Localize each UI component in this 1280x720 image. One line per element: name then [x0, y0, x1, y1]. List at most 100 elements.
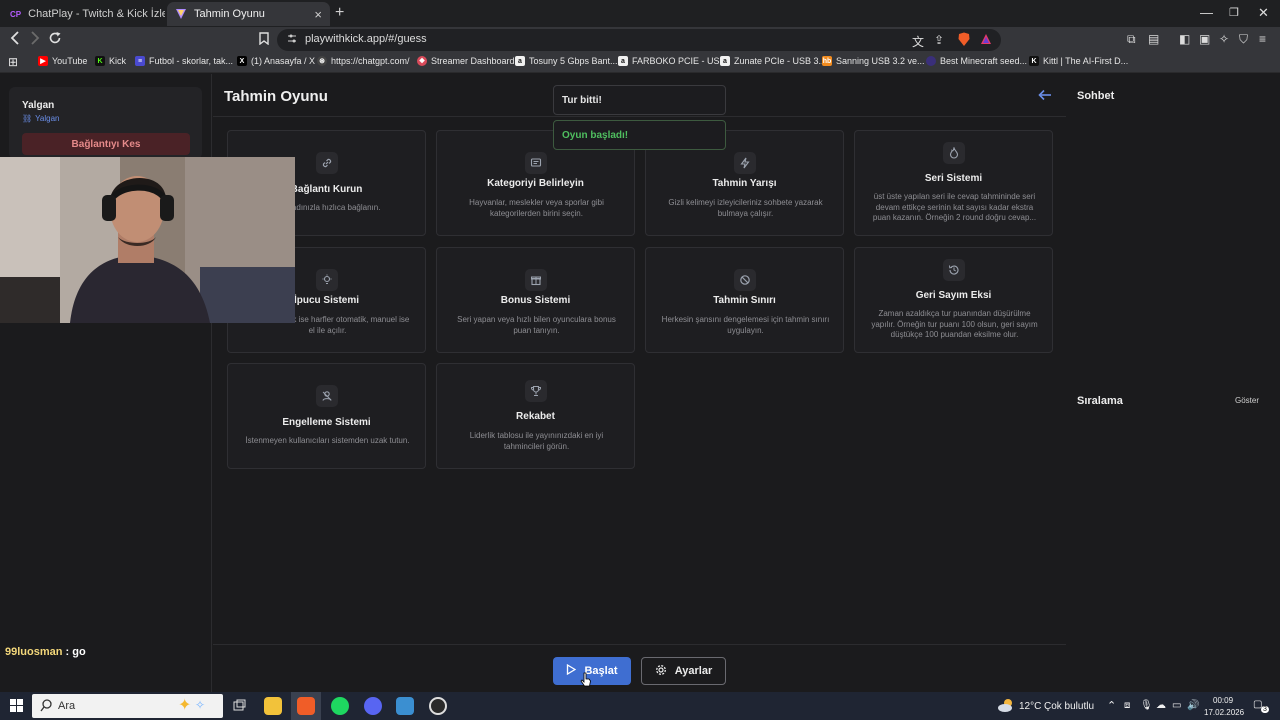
link-icon: [316, 152, 338, 174]
bulb-icon: [316, 269, 338, 291]
restore-icon[interactable]: ❐: [1229, 6, 1239, 19]
page-content: Yalgan ⛓ Yalgan Bağlantıyı Kes Tahmin Oyu…: [0, 74, 1280, 692]
sparkle-icon: ✧: [195, 698, 206, 712]
forward-icon[interactable]: [29, 31, 41, 48]
minecraft-icon: [926, 56, 936, 66]
message-icon: [525, 152, 547, 174]
apps-grid-icon[interactable]: ⊞: [8, 55, 18, 69]
disconnect-button[interactable]: Bağlantıyı Kes: [22, 133, 190, 155]
speaker-icon[interactable]: 🔊: [1187, 700, 1199, 711]
chat-username: 99luosman: [5, 646, 63, 658]
bookmark-x[interactable]: X (1) Anasayfa / X: [237, 56, 315, 66]
bookmark-kick[interactable]: K Kick: [95, 56, 126, 66]
tab-title: ChatPlay - Twitch & Kick İzleyici Etkile…: [28, 8, 165, 20]
ranking-show-button[interactable]: Göster: [1235, 396, 1259, 405]
tray-expand-icon[interactable]: ⌃: [1107, 699, 1116, 712]
tab-title: Tahmin Oyunu: [194, 8, 265, 20]
windows-taskbar: Ara ✦ ✧ 12°C Çok bulutlu ⌃ ⧈ 🎙 ☁ ▭ 🔊 00:…: [0, 692, 1280, 720]
microphone-icon[interactable]: 🎙: [1140, 700, 1153, 711]
user-handle-link[interactable]: ⛓ Yalgan: [22, 114, 59, 123]
back-icon[interactable]: [9, 31, 21, 48]
bookmark-zunate[interactable]: a Zunate PCIe - USB 3...: [720, 56, 826, 66]
bookmark-sanning[interactable]: hb Sanning USB 3.2 ve...: [822, 56, 925, 66]
ban-icon: [734, 269, 756, 291]
url-text[interactable]: playwithkick.app/#/guess: [305, 33, 427, 45]
divider: [213, 116, 1066, 117]
gear-icon: [655, 664, 667, 679]
tray-app-icon[interactable]: ⧈: [1124, 700, 1130, 711]
sidebar-icon[interactable]: ◧: [1179, 32, 1190, 46]
bookmarks-bar: ⊞ ▶ YouTube K Kick ≡ Futbol - skorlar, tak.…: [0, 53, 1280, 73]
site-info-icon[interactable]: [287, 33, 297, 48]
feature-card-limit: Tahmin Sınırı Herkesin şansını dengeleme…: [645, 247, 844, 353]
leo-ai-icon[interactable]: ✧: [1219, 32, 1229, 46]
page-title: Tahmin Oyunu: [224, 88, 328, 105]
menu-icon[interactable]: ≡: [1259, 32, 1266, 46]
start-button[interactable]: Başlat: [553, 657, 631, 685]
bookmark-streamer-dashboard[interactable]: ❖ Streamer Dashboard: [417, 56, 515, 66]
brave-shields-icon[interactable]: [957, 32, 971, 50]
tab-search-icon[interactable]: ▤: [1148, 32, 1159, 46]
extensions-icon[interactable]: ⧉: [1127, 32, 1136, 47]
share-icon[interactable]: ⇪: [934, 33, 944, 47]
bookmark-youtube[interactable]: ▶ YouTube: [38, 56, 87, 66]
tab-chatplay[interactable]: CP ChatPlay - Twitch & Kick İzleyici Etk…: [2, 2, 165, 26]
bookmark-tosuny[interactable]: a Tosuny 5 Gbps Bant...: [515, 56, 618, 66]
bookmark-minecraft[interactable]: Best Minecraft seed...: [926, 56, 1027, 66]
kittl-icon: K: [1029, 56, 1039, 66]
amazon-icon: a: [618, 56, 628, 66]
bookmark-farboko[interactable]: a FARBOKO PCIE - US...: [618, 56, 727, 66]
minimize-icon[interactable]: —: [1200, 5, 1213, 20]
lightning-icon: [734, 152, 756, 174]
webcam-overlay: [0, 157, 295, 323]
reload-icon[interactable]: [48, 31, 62, 48]
bookmark-futbol[interactable]: ≡ Futbol - skorlar, tak...: [135, 56, 233, 66]
weather-desc[interactable]: Çok bulutlu: [1044, 701, 1094, 712]
kick-icon: K: [95, 56, 105, 66]
bookmark-kittl[interactable]: K Kittl | The AI-First D...: [1029, 56, 1128, 66]
clock-time[interactable]: 00:09: [1213, 696, 1233, 705]
wallet-icon[interactable]: ▣: [1199, 32, 1210, 46]
onedrive-icon[interactable]: ☁: [1156, 700, 1166, 711]
translate-icon[interactable]: 文: [912, 33, 924, 50]
task-view-icon[interactable]: [233, 699, 246, 717]
address-bar[interactable]: playwithkick.app/#/guess 文 ⇪: [277, 29, 1001, 51]
streaming-app-icon[interactable]: [396, 697, 414, 715]
new-tab-icon[interactable]: +: [335, 4, 344, 22]
settings-button[interactable]: Ayarlar: [641, 657, 726, 685]
bookmark-page-icon[interactable]: [259, 32, 269, 48]
close-window-icon[interactable]: ✕: [1258, 5, 1269, 21]
search-icon: [40, 699, 52, 717]
user-block-icon: [316, 385, 338, 407]
tab-tahmin-oyunu[interactable]: Tahmin Oyunu ×: [167, 2, 330, 26]
username: Yalgan: [22, 100, 55, 111]
chat-text: : go: [62, 646, 86, 658]
youtube-icon: ▶: [38, 56, 48, 66]
brave-rewards-icon[interactable]: [980, 33, 992, 48]
clock-date[interactable]: 17.02.2026: [1204, 708, 1244, 717]
webcam-image: [0, 157, 295, 323]
right-panel: Sohbet Sıralama Göster: [1067, 74, 1280, 692]
spotify-icon[interactable]: [331, 697, 349, 715]
chatplay-favicon-icon: CP: [10, 9, 22, 19]
vpn-icon[interactable]: ⛉: [1239, 32, 1248, 47]
taskbar-search[interactable]: Ara ✦ ✧: [32, 694, 223, 718]
toast-game-started: Oyun başladı!: [553, 120, 726, 150]
back-arrow-icon[interactable]: [1038, 88, 1052, 105]
discord-icon[interactable]: [364, 697, 382, 715]
search-highlight-icon: ✦: [178, 697, 192, 714]
bookmark-chatgpt[interactable]: ⊛ https://chatgpt.com/: [317, 56, 410, 66]
link-icon: ⛓: [22, 114, 33, 123]
network-icon[interactable]: ▭: [1172, 700, 1181, 711]
weather-temp[interactable]: 12°C: [1019, 701, 1041, 712]
taskbar-active-app[interactable]: [291, 692, 321, 720]
ranking-title: Sıralama: [1077, 395, 1123, 407]
file-explorer-icon[interactable]: [264, 697, 282, 715]
feature-card-countdown: Geri Sayım Eksi Zaman azaldıkça tur puan…: [854, 247, 1053, 353]
trophy-icon: [525, 380, 547, 402]
obs-icon[interactable]: [429, 697, 447, 715]
windows-start-icon[interactable]: [10, 699, 23, 717]
toast-round-ended: Tur bitti!: [553, 85, 726, 115]
dashboard-icon: ❖: [417, 56, 427, 66]
close-tab-icon[interactable]: ×: [314, 7, 322, 22]
